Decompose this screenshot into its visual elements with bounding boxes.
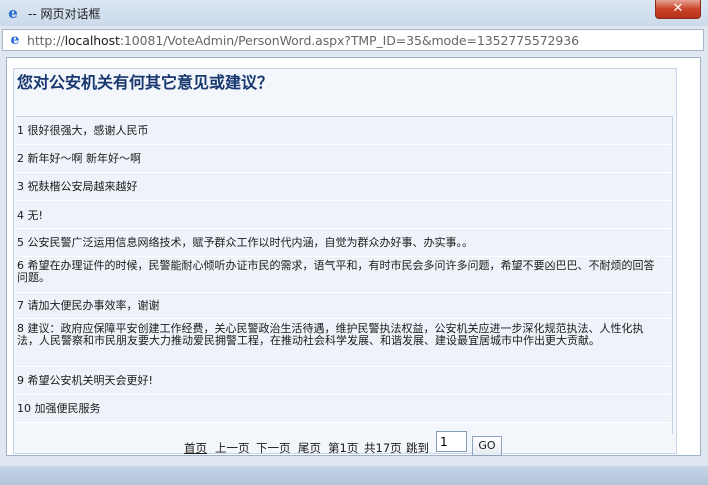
page-number-input[interactable] (436, 431, 467, 452)
answer-text: 6 希望在办理证件的时候，民警能耐心倾听办证市民的需求，语气平和，有时市民会多问… (17, 259, 655, 284)
last-page-link[interactable]: 尾页 (298, 440, 321, 456)
answer-text: 10 加强便民服务 (17, 402, 101, 415)
answer-text: 1 很好很强大，感谢人民币 (17, 124, 149, 137)
list-item: 1 很好很强大，感谢人民币 (16, 117, 671, 145)
list-item: 4 无! (16, 201, 671, 229)
status-bar (0, 466, 708, 485)
next-page-link[interactable]: 下一页 (256, 440, 291, 456)
first-page-link[interactable]: 首页 (184, 440, 207, 456)
list-item: 2 新年好～啊 新年好～啊 (16, 145, 671, 173)
list-item: 3 祝麸楷公安局越来越好 (16, 173, 671, 201)
current-page: 第1页 (328, 441, 359, 455)
answer-text: 4 无! (17, 209, 43, 222)
url-path: :10081/VoteAdmin/PersonWord.aspx?TMP_ID=… (119, 33, 579, 48)
prev-page-link[interactable]: 上一页 (215, 440, 250, 456)
answer-list: 1 很好很强大，感谢人民币 2 新年好～啊 新年好～啊 3 祝麸楷公安局越来越好… (16, 116, 673, 434)
answers-panel: 您对公安机关有何其它意见或建议？ 1 很好很强大，感谢人民币 2 新年好～啊 新… (13, 68, 677, 456)
window-title-bar[interactable]: e -- 网页对话框 ✕ (0, 0, 708, 26)
list-item: 7 请加大便民办事效率，谢谢 (16, 293, 671, 319)
answer-text: 7 请加大便民办事效率，谢谢 (17, 299, 160, 312)
jump-label: 跳到 (406, 441, 429, 455)
dialog-content: 您对公安机关有何其它意见或建议？ 1 很好很强大，感谢人民币 2 新年好～啊 新… (6, 57, 701, 456)
list-item: 10 加强便民服务 (16, 395, 671, 423)
go-button[interactable]: GO (472, 436, 502, 456)
address-bar[interactable]: e http://localhost:10081/VoteAdmin/Perso… (2, 29, 704, 51)
answer-text: 8 建议：政府应保障平安创建工作经费，关心民警政治生活待遇，维护民警执法权益，公… (17, 322, 644, 347)
list-item: 9 希望公安机关明天会更好! (16, 367, 671, 395)
list-item: 6 希望在办理证件的时候，民警能耐心倾听办证市民的需求，语气平和，有时市民会多问… (16, 257, 671, 293)
url-host: localhost (64, 33, 120, 48)
list-item: 5 公安民警广泛运用信息网络技术，赋予群众工作以时代内涵，自觉为群众办好事、办实… (16, 229, 671, 257)
address-url: http://localhost:10081/VoteAdmin/PersonW… (27, 33, 579, 48)
answer-text: 3 祝麸楷公安局越来越好 (17, 180, 138, 193)
list-item: 8 建议：政府应保障平安创建工作经费，关心民警政治生活待遇，维护民警执法权益，公… (16, 319, 671, 367)
ie-icon: e (8, 4, 18, 22)
answer-text: 9 希望公安机关明天会更好! (17, 374, 153, 387)
total-pages: 共17页 (364, 441, 402, 455)
window-title: -- 网页对话框 (28, 7, 101, 21)
close-button[interactable]: ✕ (655, 0, 701, 19)
answer-text: 5 公安民警广泛运用信息网络技术，赋予群众工作以时代内涵，自觉为群众办好事、办实… (17, 236, 473, 249)
page-icon: e (10, 32, 20, 48)
answer-text: 2 新年好～啊 新年好～啊 (17, 152, 141, 165)
url-prefix: http:// (27, 33, 65, 48)
question-title: 您对公安机关有何其它意见或建议？ (17, 73, 274, 92)
